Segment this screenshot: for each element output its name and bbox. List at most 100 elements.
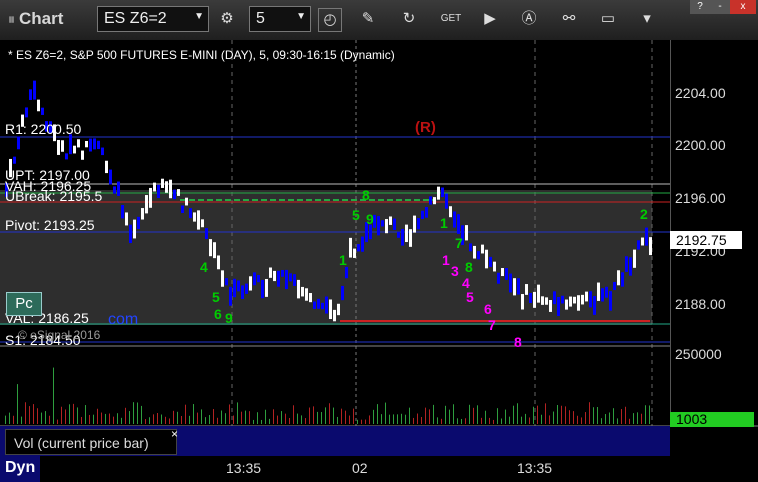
price-bar (621, 272, 624, 287)
price-bar (581, 294, 584, 305)
refresh-icon[interactable]: ↻ (398, 8, 420, 30)
volume-bar (385, 402, 386, 424)
app-title: ⏸ Chart (8, 9, 64, 28)
volume-bar (69, 404, 70, 424)
price-bar (265, 278, 268, 297)
volume-bar (493, 419, 494, 424)
volume-bar (149, 417, 150, 424)
volume-bars (5, 367, 650, 424)
alert-icon[interactable]: Ⓐ (518, 8, 540, 30)
count-label: 7 (455, 235, 463, 251)
volume-bar (501, 418, 502, 424)
close-button[interactable]: x (730, 0, 756, 14)
grip-icon[interactable]: ⏸ (8, 11, 15, 27)
volume-bar (393, 414, 394, 424)
volume-bar (421, 416, 422, 424)
volume-bar (377, 404, 378, 424)
price-bar (481, 244, 484, 254)
price-bar (477, 251, 480, 260)
price-bar (125, 212, 128, 226)
price-bar (565, 299, 568, 310)
price-bar (589, 291, 592, 308)
price-bar (65, 153, 68, 160)
get-icon[interactable]: GET (440, 8, 462, 30)
volume-bar (565, 406, 566, 424)
volume-bar (317, 411, 318, 424)
volume-bar (629, 418, 630, 424)
comment-icon[interactable]: ▭ (597, 8, 619, 30)
price-bar (541, 296, 544, 305)
volume-bar (349, 415, 350, 424)
volume-bar (649, 405, 650, 424)
volume-bar (245, 410, 246, 424)
volume-bar (577, 415, 578, 424)
price-bar (33, 80, 36, 100)
help-button[interactable]: ? (690, 0, 710, 14)
minimize-button[interactable]: - (710, 0, 730, 14)
volume-bar (549, 415, 550, 424)
volume-bar (293, 405, 294, 424)
volume-bar (121, 417, 122, 424)
link-icon[interactable]: ⚯ (558, 8, 580, 30)
chevron-down-icon: ▼ (296, 11, 306, 22)
price-bar (333, 309, 336, 322)
volume-bar (613, 408, 614, 424)
price-bar (597, 282, 600, 301)
volume-bar (429, 409, 430, 424)
pc-button[interactable]: Pc (6, 292, 42, 316)
price-bar (417, 218, 420, 230)
current-price-badge: 2192.75 (670, 231, 742, 249)
price-bar (237, 280, 240, 292)
volume-bar (405, 414, 406, 424)
price-bar (449, 206, 452, 218)
volume-bar (41, 412, 42, 424)
volume-bar (517, 403, 518, 424)
pencil-icon[interactable]: ✎ (357, 8, 379, 30)
volume-bar (633, 413, 634, 424)
volume-bar (397, 414, 398, 424)
clock-icon[interactable]: ◴ (318, 8, 342, 32)
volume-label: Vol (current price bar) (5, 429, 177, 455)
price-bar (137, 216, 140, 230)
price-bar (85, 140, 88, 148)
volume-bar (237, 402, 238, 424)
volume-bar (401, 413, 402, 424)
price-bar (401, 228, 404, 246)
volume-bar (625, 406, 626, 424)
count-label: 5 (352, 207, 360, 223)
volume-bar (285, 413, 286, 424)
close-icon[interactable]: × (171, 427, 178, 441)
volume-bar (417, 413, 418, 424)
dyn-label[interactable]: Dyn (5, 459, 35, 477)
volume-bar (581, 417, 582, 424)
price-bar (73, 145, 76, 154)
volume-axis-top: 250000 (675, 346, 722, 362)
volume-bar (553, 411, 554, 424)
volume-bar (325, 407, 326, 424)
time-axis[interactable] (0, 456, 758, 482)
price-bar (385, 219, 388, 234)
volume-bar (333, 407, 334, 424)
price-bar (497, 272, 500, 284)
price-bar (441, 187, 444, 198)
count-label: 6 (484, 301, 492, 317)
interval-dropdown[interactable]: 5 ▼ (249, 6, 311, 32)
expand-icon[interactable]: ▾ (636, 8, 658, 30)
symbol-dropdown[interactable]: ES Z6=2 ▼ (97, 6, 209, 32)
volume-bar (125, 407, 126, 424)
price-bar (133, 219, 136, 239)
play-icon[interactable]: ▶ (479, 8, 501, 30)
gear-icon[interactable]: ⚙ (216, 8, 238, 30)
level-label-r1: R1: 2200.50 (5, 121, 82, 137)
count-label: 9 (225, 310, 233, 326)
price-bar (361, 236, 364, 252)
volume-bar (557, 405, 558, 424)
price-bar (593, 296, 596, 315)
count-label: 8 (362, 187, 370, 203)
volume-bar (57, 419, 58, 424)
volume-bar (453, 404, 454, 424)
price-bar (289, 273, 292, 282)
price-bar (185, 197, 188, 206)
price-bar (201, 219, 204, 228)
price-chart[interactable]: 4 5 6 9 1 5 8 9 1 7 8 2 1 3 4 5 6 7 8 (R… (0, 40, 758, 482)
